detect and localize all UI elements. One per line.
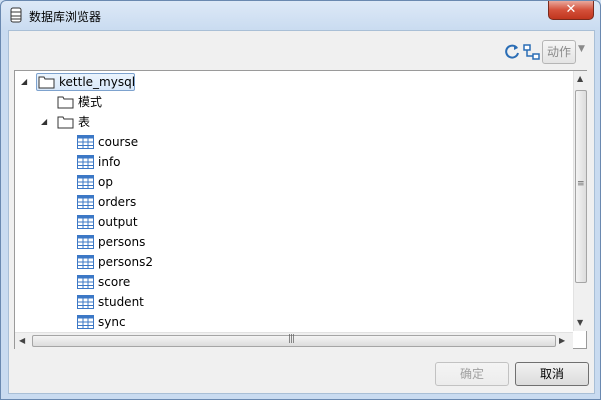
table-name: info [98,155,121,169]
table-icon [77,195,94,209]
tables-label: 表 [78,115,91,129]
refresh-icon[interactable] [503,43,521,61]
chevron-down-icon[interactable]: ▼ [578,44,585,54]
folder-icon [57,96,74,109]
window-title: 数据库浏览器 [29,10,102,24]
scroll-down-icon[interactable]: ▼ [577,318,583,327]
scroll-up-icon[interactable]: ▲ [577,74,583,83]
database-tree: ◢ kettle_mysql 模式 ◢ 表 course info op ord… [14,70,588,349]
table-item[interactable]: course [15,132,573,152]
table-item[interactable]: op [15,172,573,192]
table-name: output [98,215,138,229]
expand-triangle-icon[interactable]: ◢ [21,72,27,92]
table-name: score [98,275,131,289]
tree-node-connection[interactable]: ◢ kettle_mysql [15,72,573,92]
expand-triangle-icon[interactable]: ◢ [41,112,47,132]
table-name: persons2 [98,255,154,269]
table-name: persons [98,235,146,249]
table-item[interactable]: output [15,212,573,232]
title-bar[interactable]: 数据库浏览器 ✕ [1,1,600,29]
horizontal-scrollbar[interactable]: ◀ ||| ▶ [15,332,573,349]
table-icon [77,175,94,189]
scroll-right-icon[interactable]: ▶ [559,336,565,345]
table-name: course [98,135,139,149]
database-icon [10,7,22,23]
table-icon [77,155,94,169]
cancel-button[interactable]: 取消 [515,362,589,386]
table-icon [77,255,94,269]
table-item[interactable]: persons [15,232,573,252]
table-name: op [98,175,113,189]
folder-icon [57,116,74,129]
database-explorer-window: 数据库浏览器 ✕ 动作 ▼ ◢ kettle_mysql 模式 ◢ 表 cour… [0,0,601,400]
grip-icon: ≡ [577,179,584,189]
connection-label: kettle_mysql [59,75,136,89]
dialog-body: 动作 ▼ ◢ kettle_mysql 模式 ◢ 表 course info o… [8,30,595,394]
vertical-scrollbar[interactable]: ▲ ≡ ▼ [573,71,588,331]
grip-icon: ||| [288,334,295,344]
action-menu-button[interactable]: 动作 [542,40,576,64]
folder-icon [38,76,55,89]
tree-node-schemas[interactable]: 模式 [15,92,573,112]
table-item[interactable]: persons2 [15,252,573,272]
close-button[interactable]: ✕ [548,1,594,20]
table-icon [77,135,94,149]
table-item[interactable]: info [15,152,573,172]
table-name: sync [98,315,126,329]
table-name: orders [98,195,137,209]
table-item[interactable]: sync [15,312,573,332]
table-icon [77,295,94,309]
table-item[interactable]: score [15,272,573,292]
schemas-label: 模式 [78,95,103,109]
tree-node-tables[interactable]: ◢ 表 [15,112,573,132]
table-item[interactable]: orders [15,192,573,212]
scroll-left-icon[interactable]: ◀ [19,336,25,345]
ok-button[interactable]: 确定 [435,362,509,386]
table-icon [77,315,94,329]
schema-tree-icon[interactable] [523,43,541,61]
table-icon [77,215,94,229]
table-icon [77,235,94,249]
table-icon [77,275,94,289]
table-name: student [98,295,144,309]
table-item[interactable]: student [15,292,573,312]
